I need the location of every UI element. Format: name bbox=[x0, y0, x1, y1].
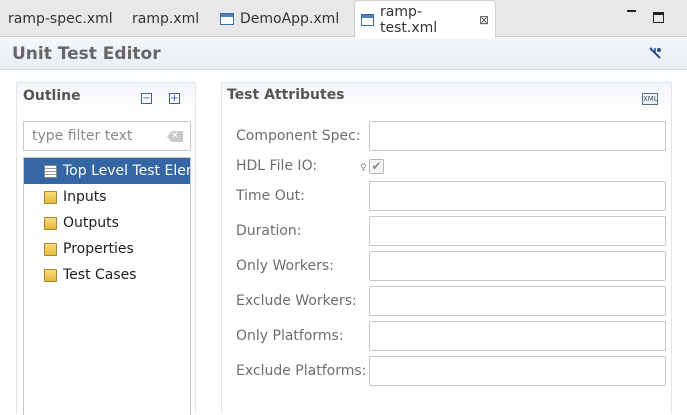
tree-item-label: Outputs bbox=[63, 215, 119, 231]
tree-item-label: Top Level Test Element bbox=[63, 163, 190, 179]
hdl-file-io-checkbox[interactable]: ✔ bbox=[369, 159, 384, 174]
tab-demoapp[interactable]: DemoApp.xml bbox=[214, 0, 345, 37]
tree-item-label: Inputs bbox=[63, 189, 107, 205]
duration-label: Duration: bbox=[236, 223, 302, 239]
folder-icon bbox=[44, 216, 57, 230]
tab-label: ramp-test.xml bbox=[380, 3, 438, 36]
folder-icon bbox=[44, 268, 57, 282]
outline-tree: Top Level Test Element Inputs Outputs Pr… bbox=[23, 157, 191, 415]
maximize-icon[interactable] bbox=[653, 12, 664, 23]
time-out-field[interactable] bbox=[369, 181, 666, 211]
exclude-platforms-field[interactable] bbox=[369, 356, 666, 386]
folder-icon bbox=[44, 190, 57, 204]
expand-all-icon[interactable]: + bbox=[169, 93, 180, 104]
only-workers-label: Only Workers: bbox=[236, 258, 334, 274]
tree-item-label: Test Cases bbox=[63, 267, 137, 283]
tree-item-top-level[interactable]: Top Level Test Element bbox=[24, 158, 190, 184]
exclude-workers-label: Exclude Workers: bbox=[236, 293, 357, 309]
outline-header: Outline − + bbox=[17, 83, 195, 113]
outline-title: Outline bbox=[23, 88, 81, 104]
document-icon bbox=[44, 164, 57, 178]
collapse-all-icon[interactable]: − bbox=[141, 93, 152, 104]
editor-header: Unit Test Editor bbox=[0, 38, 687, 70]
tree-item-outputs[interactable]: Outputs bbox=[24, 210, 190, 236]
tree-item-test-cases[interactable]: Test Cases bbox=[24, 262, 190, 288]
tree-item-properties[interactable]: Properties bbox=[24, 236, 190, 262]
only-workers-field[interactable] bbox=[369, 251, 666, 281]
attributes-title: Test Attributes bbox=[227, 87, 345, 103]
hdl-file-io-label: HDL File IO: bbox=[236, 158, 318, 174]
outline-panel: Outline − + ✕ Top Level Test Element Inp… bbox=[16, 82, 196, 415]
editor-file-icon bbox=[220, 12, 234, 25]
page-title: Unit Test Editor bbox=[12, 44, 161, 64]
attributes-header: Test Attributes XML bbox=[222, 83, 671, 113]
hint-icon: ♀ bbox=[360, 163, 367, 173]
exclude-workers-field[interactable] bbox=[369, 286, 666, 316]
filter-box: ✕ bbox=[23, 121, 191, 151]
test-attributes-panel: Test Attributes XML Component Spec: HDL … bbox=[221, 82, 672, 414]
only-platforms-label: Only Platforms: bbox=[236, 328, 344, 344]
tab-ramp-test[interactable]: ramp-test.xml ⊠ bbox=[354, 0, 496, 38]
filter-input[interactable] bbox=[32, 128, 168, 144]
tab-label: ramp.xml bbox=[132, 10, 200, 27]
only-platforms-field[interactable] bbox=[369, 321, 666, 351]
tree-item-label: Properties bbox=[63, 241, 134, 257]
time-out-label: Time Out: bbox=[236, 188, 305, 204]
folder-icon bbox=[44, 242, 57, 256]
xml-view-icon[interactable]: XML bbox=[642, 93, 658, 105]
tree-item-inputs[interactable]: Inputs bbox=[24, 184, 190, 210]
component-spec-field[interactable] bbox=[369, 121, 666, 151]
component-spec-label: Component Spec: bbox=[236, 128, 361, 144]
run-test-icon[interactable] bbox=[648, 46, 662, 60]
exclude-platforms-label: Exclude Platforms: bbox=[236, 363, 367, 379]
close-tab-icon[interactable]: ⊠ bbox=[479, 13, 489, 27]
clear-filter-icon[interactable]: ✕ bbox=[167, 131, 183, 142]
minimize-icon[interactable] bbox=[627, 6, 636, 12]
editor-tab-bar: ramp-spec.xml ramp.xml DemoApp.xml ramp-… bbox=[0, 0, 687, 38]
tab-ramp[interactable]: ramp.xml bbox=[126, 0, 205, 37]
tab-label: DemoApp.xml bbox=[240, 10, 340, 27]
duration-field[interactable] bbox=[369, 216, 666, 246]
editor-file-icon bbox=[361, 13, 375, 26]
tab-ramp-spec[interactable]: ramp-spec.xml bbox=[2, 0, 119, 37]
tab-label: ramp-spec.xml bbox=[8, 10, 113, 27]
